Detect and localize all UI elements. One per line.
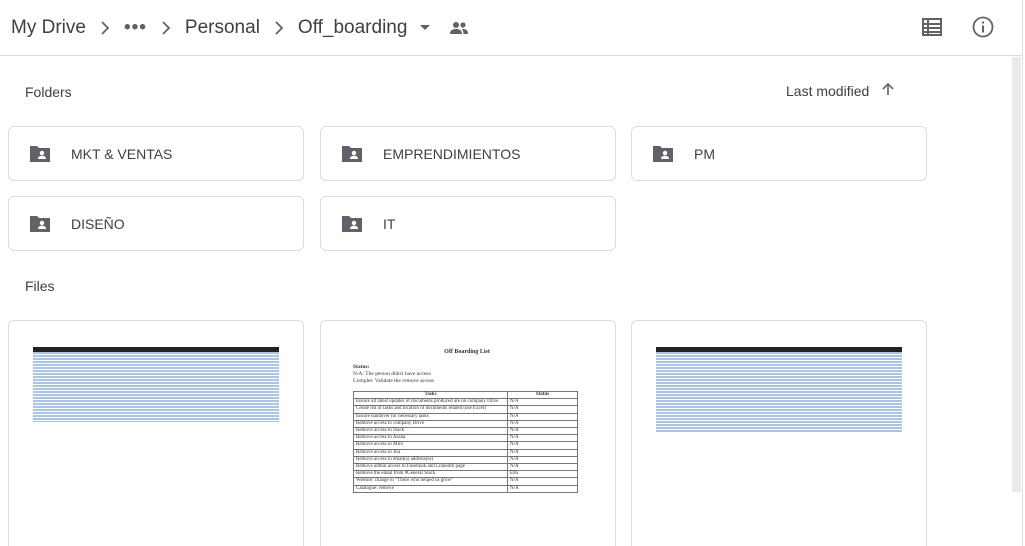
table-row: Remove access to Slack N/A	[353, 427, 578, 436]
status-cell: N/A	[507, 441, 578, 450]
file-card-document[interactable]: Off Boarding List Status: N/A: The perso…	[320, 320, 616, 546]
file-card-spreadsheet[interactable]	[631, 320, 927, 546]
status-cell: N/A	[507, 405, 578, 414]
list-view-icon[interactable]	[922, 18, 942, 41]
task-cell: Ensure all latest updates of documents p…	[353, 398, 508, 407]
table-header: Status	[507, 390, 578, 400]
task-cell: Remove access to email(s) address(es)	[353, 455, 508, 465]
chevron-right-icon	[260, 20, 298, 35]
spreadsheet-thumbnail	[33, 347, 279, 422]
document-thumbnail: Off Boarding List Status: N/A: The perso…	[353, 349, 581, 493]
files-heading: Files	[25, 278, 55, 294]
task-cell: Ensure handover for necessary tasks	[353, 412, 508, 421]
table-row: Remove access to Miro N/A	[353, 441, 578, 450]
folder-name: DISEÑO	[71, 215, 125, 232]
folder-name: MKT & VENTAS	[71, 145, 173, 162]
status-cell: Edu	[507, 470, 578, 479]
folder-card[interactable]: EMPRENDIMIENTOS	[320, 126, 616, 181]
status-cell: N/A	[507, 398, 578, 407]
folder-card[interactable]: IT	[320, 196, 616, 251]
shared-folder-icon	[340, 142, 364, 166]
chevron-right-icon	[86, 20, 124, 35]
breadcrumb: My Drive ••• Personal Off_boarding	[0, 0, 469, 56]
task-cell: Remove the email from #General Slack	[353, 470, 508, 479]
chevron-right-icon	[147, 20, 185, 35]
vertical-scrollbar[interactable]	[1012, 57, 1021, 492]
status-cell: N/A	[507, 434, 578, 443]
shared-folder-icon	[28, 212, 52, 236]
task-cell: Remove admin access to Facebook and Link…	[353, 463, 508, 472]
shared-folder-icon	[651, 142, 675, 166]
status-cell: N/A	[507, 484, 578, 493]
shared-folder-icon	[28, 142, 52, 166]
table-row: Ensure handover for necessary tasks N/A	[353, 412, 578, 421]
table-header: Tasks	[353, 390, 508, 400]
info-icon[interactable]	[972, 16, 994, 43]
breadcrumb-more-button[interactable]: •••	[124, 17, 147, 39]
people-icon[interactable]	[449, 21, 469, 35]
breadcrumb-personal[interactable]: Personal	[185, 17, 260, 39]
table-row: Catalogue: remove N/A	[353, 484, 578, 493]
task-cell: Remove access to company Drive	[353, 419, 508, 429]
task-cell: Remove access to Jira	[353, 448, 508, 457]
file-card-spreadsheet[interactable]	[8, 320, 304, 546]
breadcrumb-current-folder[interactable]: Off_boarding	[298, 17, 408, 39]
breadcrumb-my-drive[interactable]: My Drive	[11, 17, 86, 39]
table-row: Remove the email from #General Slack Edu	[353, 470, 578, 479]
task-cell: Remove access to Slack	[353, 427, 508, 436]
table-row: Create list of tasks and location of doc…	[353, 405, 578, 414]
document-title: Off Boarding List	[444, 349, 490, 355]
table-row: Remove access to email(s) address(es) N/A	[353, 455, 578, 465]
task-cell: Remove access to Miro	[353, 441, 508, 450]
status-cell: N/A	[507, 412, 578, 421]
folder-card[interactable]: PM	[631, 126, 927, 181]
document-task-table: Tasks Status Ensure all latest updates o…	[353, 390, 578, 493]
table-row: Remove access to Jira N/A	[353, 448, 578, 457]
top-bar: My Drive ••• Personal Off_boarding	[0, 0, 1022, 56]
shared-folder-icon	[340, 212, 364, 236]
caret-down-icon[interactable]	[419, 24, 431, 32]
task-cell: Remove access to Asana	[353, 434, 508, 443]
document-status-heading: Status:	[353, 364, 370, 370]
status-cell: N/A	[507, 455, 578, 465]
spreadsheet-thumbnail	[656, 347, 902, 433]
table-row: Ensure all latest updates of documents p…	[353, 398, 578, 407]
document-status-line: N/A: The person didn't have access	[353, 371, 431, 377]
sort-control[interactable]: Last modified	[786, 82, 895, 99]
status-cell: N/A	[507, 463, 578, 472]
status-cell: N/A	[507, 477, 578, 486]
task-cell: Catalogue: remove	[353, 484, 508, 493]
arrow-up-icon[interactable]	[881, 82, 895, 99]
folder-card[interactable]: DISEÑO	[8, 196, 304, 251]
table-row: Remove access to Asana N/A	[353, 434, 578, 443]
folder-name: PM	[694, 145, 715, 162]
document-status-line: Complet: Validate the remove access	[353, 378, 435, 384]
folder-name: IT	[383, 215, 396, 232]
table-row: Remove access to company Drive N/A	[353, 419, 578, 429]
status-cell: N/A	[507, 427, 578, 436]
task-cell: Create list of tasks and location of doc…	[353, 405, 508, 414]
folder-card[interactable]: MKT & VENTAS	[8, 126, 304, 181]
table-row: Remove admin access to Facebook and Link…	[353, 463, 578, 472]
table-row: Website: change to "Those who helped us …	[353, 477, 578, 486]
task-cell: Website: change to "Those who helped us …	[353, 477, 508, 486]
status-cell: N/A	[507, 448, 578, 457]
folders-heading: Folders	[25, 84, 72, 100]
folder-name: EMPRENDIMIENTOS	[383, 145, 521, 162]
status-cell: N/A	[507, 419, 578, 429]
sort-label[interactable]: Last modified	[786, 83, 869, 99]
